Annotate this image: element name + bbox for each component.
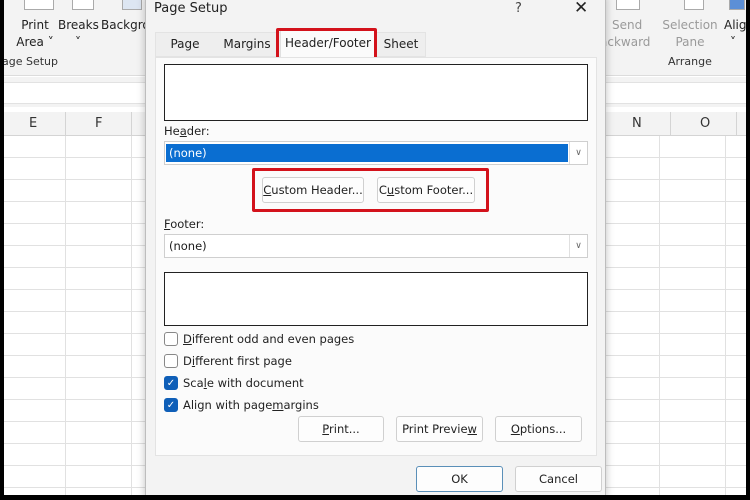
ok-button[interactable]: OK (416, 466, 503, 492)
column-header-n[interactable]: N (632, 116, 642, 131)
breaks-icon (72, 0, 94, 10)
custom-footer-button[interactable]: Custom Footer... (377, 177, 475, 203)
column-header-e[interactable]: E (29, 116, 37, 131)
print-area-icon (24, 0, 54, 10)
close-button[interactable]: ✕ (574, 0, 588, 18)
dialog-title: Page Setup (154, 1, 228, 16)
send-backward-button[interactable]: Send ackward ˅ (600, 17, 650, 68)
header-footer-panel: Header: (none) ∨ Custom Header... Custom… (155, 57, 597, 456)
header-label: Header: (164, 124, 210, 138)
footer-preview (164, 272, 588, 326)
selection-pane-button[interactable]: Selection Pane (660, 17, 720, 51)
print-button[interactable]: Print... (298, 416, 384, 442)
footer-label: Footer: (164, 217, 205, 231)
options-button[interactable]: Options... (495, 416, 582, 442)
cancel-button[interactable]: Cancel (515, 466, 602, 492)
align-button[interactable]: Alig ˅ (724, 17, 746, 51)
checkbox-different-first-page[interactable]: Di fferent first page (164, 354, 292, 368)
header-select-value: (none) (166, 144, 568, 162)
background-icon (122, 0, 142, 10)
custom-header-button[interactable]: Custom Header... (262, 177, 364, 203)
checkmark-icon[interactable]: ✓ (164, 376, 178, 390)
footer-select-value: (none) (169, 239, 207, 253)
align-icon (729, 0, 745, 10)
checkbox-scale-with-document[interactable]: ✓ Sca l e with document (164, 376, 304, 390)
checkmark-icon[interactable]: ✓ (164, 398, 178, 412)
page-setup-group-label: age Setup (4, 55, 59, 68)
checkbox-icon[interactable] (164, 354, 178, 368)
help-button[interactable]: ? (515, 1, 522, 16)
breaks-button[interactable]: Breaks ˅ (58, 17, 99, 51)
chevron-down-icon[interactable]: ∨ (569, 235, 587, 257)
column-header-f[interactable]: F (95, 116, 102, 131)
checkbox-different-odd-even[interactable]: Different odd and even pages (164, 332, 354, 346)
header-select[interactable]: (none) ∨ (164, 141, 588, 165)
page-setup-dialog: Page Setup ? ✕ Page Margins Header/Foote… (145, 0, 606, 495)
tab-margins[interactable]: Margins (216, 32, 278, 57)
checkbox-align-with-margins[interactable]: ✓ Align with page m argins (164, 398, 319, 412)
selection-pane-icon (684, 0, 704, 10)
tab-page[interactable]: Page (158, 32, 212, 57)
tab-header-footer[interactable]: Header/Footer (280, 30, 376, 57)
footer-select[interactable]: (none) ∨ (164, 234, 588, 258)
print-preview-button[interactable]: Print Preview (396, 416, 483, 442)
print-area-button[interactable]: Print Area ˅ (12, 17, 58, 51)
send-backward-icon (616, 0, 640, 10)
excel-window: Print Area ˅ Breaks ˅ Backgro age Setup … (4, 0, 746, 495)
arrange-group-label: Arrange (668, 55, 712, 68)
header-preview (164, 64, 588, 121)
tab-sheet[interactable]: Sheet (378, 32, 424, 57)
column-header-o[interactable]: O (700, 116, 710, 131)
checkbox-icon[interactable] (164, 332, 178, 346)
chevron-down-icon[interactable]: ∨ (569, 142, 587, 164)
